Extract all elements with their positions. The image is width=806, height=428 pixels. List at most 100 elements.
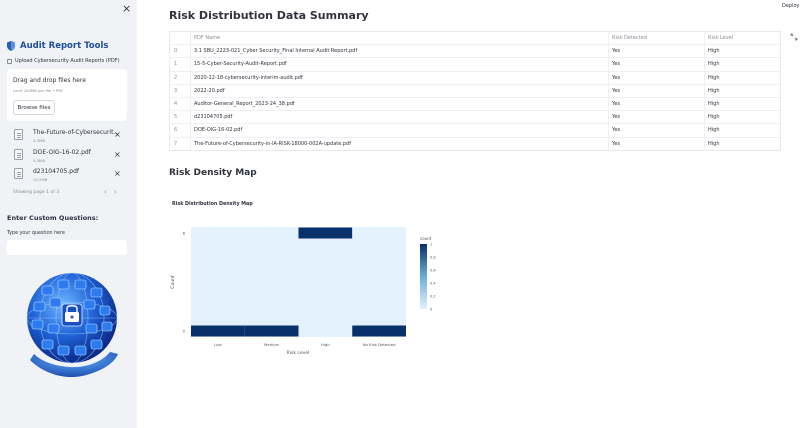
browse-files-button[interactable]: Browse files (13, 100, 55, 115)
risk-level-cell: High (708, 74, 720, 81)
table-row: 3 2022-20.pdf Yes High (170, 85, 780, 98)
x-tick-label: High (321, 342, 330, 347)
row-index: 7 (174, 140, 178, 147)
paging-text: Showing page 1 of 3 (13, 190, 60, 195)
density-heading: Risk Density Map (169, 168, 257, 178)
remove-file-icon[interactable]: × (114, 150, 121, 159)
heatmap-cell[interactable] (298, 325, 353, 337)
heatmap-cell[interactable] (352, 227, 406, 239)
pdf-name-cell: 15-5-Cyber-Security-Audit-Report.pdf (194, 61, 287, 68)
question-label: Type your question here (7, 231, 65, 236)
heatmap-cell[interactable] (298, 227, 353, 239)
row-index: 3 (174, 87, 178, 94)
remove-file-icon[interactable]: × (114, 130, 121, 139)
risk-summary-table[interactable]: PDF Name Risk Detected Risk Level 0 3.1 … (169, 31, 781, 151)
sidebar: × Audit Report Tools Upload Cybersecurit… (0, 0, 137, 428)
row-index: 5 (174, 114, 178, 121)
row-index: 1 (174, 61, 178, 68)
expand-icon[interactable] (790, 33, 798, 41)
y-axis-label: Count (170, 275, 176, 289)
risk-level-cell: High (708, 87, 720, 94)
column-header[interactable]: Risk Detected (612, 35, 647, 41)
custom-questions-heading: Enter Custom Questions: (7, 214, 99, 222)
table-row: 0 3.1 SBU_2223-021_Cyber Security_Final … (170, 45, 780, 59)
dropzone-title: Drag and drop files here (13, 77, 86, 84)
row-index: 4 (174, 101, 178, 107)
risk-detected-cell: Yes (612, 101, 621, 107)
uploaded-file-item: DOE-OIG-16-02.pdf 0.3MB × (14, 148, 126, 168)
x-tick-label: Medium (264, 342, 279, 347)
previous-page-icon[interactable]: ‹ (104, 188, 107, 196)
close-sidebar-icon[interactable]: × (122, 2, 131, 15)
colorbar-tick-label: 1 (430, 242, 432, 246)
risk-detected-cell: Yes (612, 127, 621, 134)
x-tick-label: No Risk Detected (363, 342, 396, 347)
question-input[interactable] (7, 240, 127, 255)
upload-label: Upload Cybersecurity Audit Reports (PDF) (7, 58, 120, 64)
risk-detected-cell: Yes (612, 48, 621, 55)
heatmap-cell[interactable] (352, 325, 406, 337)
column-header[interactable]: PDF Name (194, 35, 220, 41)
upload-label-text: Upload Cybersecurity Audit Reports (PDF) (15, 58, 120, 64)
y-tick-label: 8 (183, 231, 186, 236)
risk-level-cell: High (708, 140, 720, 147)
colorbar-tick-label: 0.8 (430, 255, 436, 259)
row-index: 0 (174, 48, 178, 55)
heatmap-cell[interactable] (244, 227, 299, 239)
sidebar-title-text: Audit Report Tools (20, 41, 109, 51)
uploaded-file-item: d23104705.pdf 10.5MB × (14, 167, 126, 187)
x-tick-label: Low (214, 342, 221, 347)
risk-level-cell: High (708, 48, 720, 55)
x-axis-label: Risk Level (287, 350, 310, 356)
table-row: 4 Auditor-General_Report_2023-24_38.pdf … (170, 98, 780, 112)
remove-file-icon[interactable]: × (114, 169, 121, 178)
risk-level-cell: High (708, 61, 720, 68)
uploaded-file-item: The-Future-of-Cybersecurit... 2.3MB × (14, 128, 126, 148)
file-size: 2.3MB (33, 138, 45, 143)
file-name: d23104705.pdf (33, 168, 79, 175)
file-icon (14, 129, 23, 140)
table-row: 7 The-Future-of-Cybersecurity-in-IA-RISK… (170, 138, 780, 151)
risk-level-cell: High (708, 127, 720, 134)
file-dropzone[interactable]: Drag and drop files here Limit 200MB per… (7, 69, 127, 121)
heatmap-cell[interactable] (244, 325, 299, 337)
chart-title: Risk Distribution Density Map (172, 202, 253, 207)
risk-detected-cell: Yes (612, 61, 621, 68)
risk-density-heatmap[interactable]: Low Medium High No Risk Detected 0 8 Risk Le… (165, 215, 445, 360)
heatmap-cell[interactable] (191, 227, 245, 239)
dropzone-limit: Limit 200MB per file • PDF (13, 88, 64, 93)
pdf-name-cell: d23104705.pdf (194, 114, 233, 121)
pdf-name-cell: 2020-12-18-cybersecurity-interim-audit.p… (194, 74, 303, 81)
table-row: 5 d23104705.pdf Yes High (170, 111, 780, 125)
file-size: 0.3MB (33, 158, 45, 163)
sidebar-title: Audit Report Tools (7, 41, 108, 51)
file-icon (14, 168, 23, 179)
risk-detected-cell: Yes (612, 87, 621, 94)
table-header-row: PDF Name Risk Detected Risk Level (170, 32, 780, 46)
colorbar (420, 244, 427, 309)
risk-detected-cell: Yes (612, 114, 621, 121)
file-icon (14, 149, 23, 160)
table-row: 1 15-5-Cyber-Security-Audit-Report.pdf Y… (170, 58, 780, 72)
next-page-icon[interactable]: › (114, 188, 117, 196)
pdf-name-cell: DOE-OIG-16-02.pdf (194, 127, 243, 134)
row-index: 6 (174, 127, 178, 134)
column-header[interactable]: Risk Level (708, 35, 733, 41)
deploy-button[interactable]: Deploy (782, 3, 800, 9)
pdf-name-cell: 2022-20.pdf (194, 87, 225, 94)
row-index: 2 (174, 74, 178, 81)
risk-detected-cell: Yes (612, 140, 621, 147)
file-size: 10.5MB (33, 177, 48, 182)
file-name: DOE-OIG-16-02.pdf (33, 149, 91, 156)
risk-level-cell: High (708, 114, 720, 121)
summary-heading: Risk Distribution Data Summary (169, 9, 369, 22)
table-row: 6 DOE-OIG-16-02.pdf Yes High (170, 124, 780, 138)
pdf-name-cell: Auditor-General_Report_2023-24_38.pdf (194, 101, 295, 107)
pdf-name-cell: The-Future-of-Cybersecurity-in-IA-RISK-1… (194, 140, 352, 147)
risk-detected-cell: Yes (612, 74, 621, 81)
y-tick-label: 0 (183, 329, 186, 334)
table-row: 2 2020-12-18-cybersecurity-interim-audit… (170, 72, 780, 85)
heatmap-cell[interactable] (191, 325, 245, 337)
risk-level-cell: High (708, 101, 720, 107)
shield-icon (7, 41, 15, 51)
